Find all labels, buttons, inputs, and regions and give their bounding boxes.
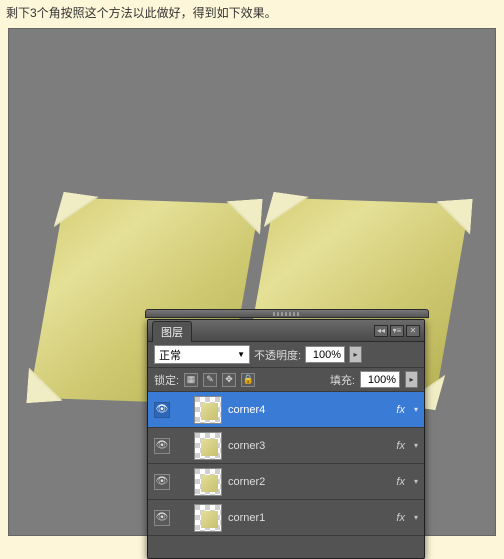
layer-thumbnail[interactable] [194, 504, 222, 532]
lock-all-icon[interactable]: 🔒 [241, 373, 255, 387]
layer-row[interactable]: 👁 corner4 fx ▾ [148, 392, 424, 428]
fx-expand-icon[interactable]: ▾ [414, 477, 418, 486]
curl-top-right-icon [224, 199, 263, 237]
layer-name[interactable]: corner4 [228, 404, 390, 416]
fill-stepper[interactable]: ▸ [405, 371, 418, 388]
layer-name[interactable]: corner2 [228, 476, 390, 488]
layer-thumbnail[interactable] [194, 432, 222, 460]
fx-badge[interactable]: fx [396, 404, 405, 416]
panel-tab-layers[interactable]: 图层 [152, 321, 192, 342]
blend-mode-value: 正常 [159, 347, 181, 363]
visibility-toggle-icon[interactable]: 👁 [154, 474, 170, 490]
blend-mode-select[interactable]: 正常 ▼ [154, 345, 250, 364]
fx-badge[interactable]: fx [396, 440, 405, 452]
fx-expand-icon[interactable]: ▾ [414, 405, 418, 414]
layer-row[interactable]: 👁 corner2 fx ▾ [148, 464, 424, 500]
curl-top-left-icon [264, 192, 309, 233]
panel-titlebar: 图层 ◂◂ ▾≡ ✕ [148, 320, 424, 342]
blend-opacity-row: 正常 ▼ 不透明度: 100% ▸ [148, 342, 424, 368]
lock-move-icon[interactable]: ✥ [222, 373, 236, 387]
visibility-toggle-icon[interactable]: 👁 [154, 402, 170, 418]
layer-row[interactable]: 👁 corner3 fx ▾ [148, 428, 424, 464]
opacity-stepper[interactable]: ▸ [349, 346, 362, 363]
fx-badge[interactable]: fx [396, 476, 405, 488]
opacity-input[interactable]: 100% [305, 346, 345, 363]
curl-bottom-left-icon [26, 365, 65, 403]
lock-brush-icon[interactable]: ✎ [203, 373, 217, 387]
work-canvas: 图层 ◂◂ ▾≡ ✕ 正常 ▼ 不透明度: 100% ▸ 锁定: ▦ ✎ ✥ 🔒… [8, 28, 496, 536]
lock-label: 锁定: [154, 372, 179, 388]
curl-top-left-icon [54, 192, 99, 233]
fx-expand-icon[interactable]: ▾ [414, 513, 418, 522]
visibility-toggle-icon[interactable]: 👁 [154, 510, 170, 526]
curl-top-right-icon [434, 199, 473, 237]
panel-collapse-icon[interactable]: ◂◂ [374, 325, 388, 337]
panel-drag-handle[interactable] [145, 309, 429, 318]
chevron-down-icon: ▼ [237, 350, 245, 359]
fill-input[interactable]: 100% [360, 371, 400, 388]
opacity-label: 不透明度: [254, 347, 301, 363]
layer-thumbnail[interactable] [194, 396, 222, 424]
instruction-caption: 剩下3个角按照这个方法以此做好，得到如下效果。 [0, 0, 504, 25]
panel-close-icon[interactable]: ✕ [406, 325, 420, 337]
lock-transparent-icon[interactable]: ▦ [184, 373, 198, 387]
layer-name[interactable]: corner1 [228, 512, 390, 524]
fx-expand-icon[interactable]: ▾ [414, 441, 418, 450]
layer-name[interactable]: corner3 [228, 440, 390, 452]
layer-thumbnail[interactable] [194, 468, 222, 496]
layer-row[interactable]: 👁 corner1 fx ▾ [148, 500, 424, 536]
visibility-toggle-icon[interactable]: 👁 [154, 438, 170, 454]
fx-badge[interactable]: fx [396, 512, 405, 524]
layers-list: 👁 corner4 fx ▾ 👁 corner3 fx ▾ 👁 corner2 fx ▾ 👁 corner… [148, 392, 424, 538]
fill-label: 填充: [330, 372, 355, 388]
layers-panel: 图层 ◂◂ ▾≡ ✕ 正常 ▼ 不透明度: 100% ▸ 锁定: ▦ ✎ ✥ 🔒… [147, 319, 425, 559]
panel-menu-icon[interactable]: ▾≡ [390, 325, 404, 337]
lock-fill-row: 锁定: ▦ ✎ ✥ 🔒 填充: 100% ▸ [148, 368, 424, 392]
